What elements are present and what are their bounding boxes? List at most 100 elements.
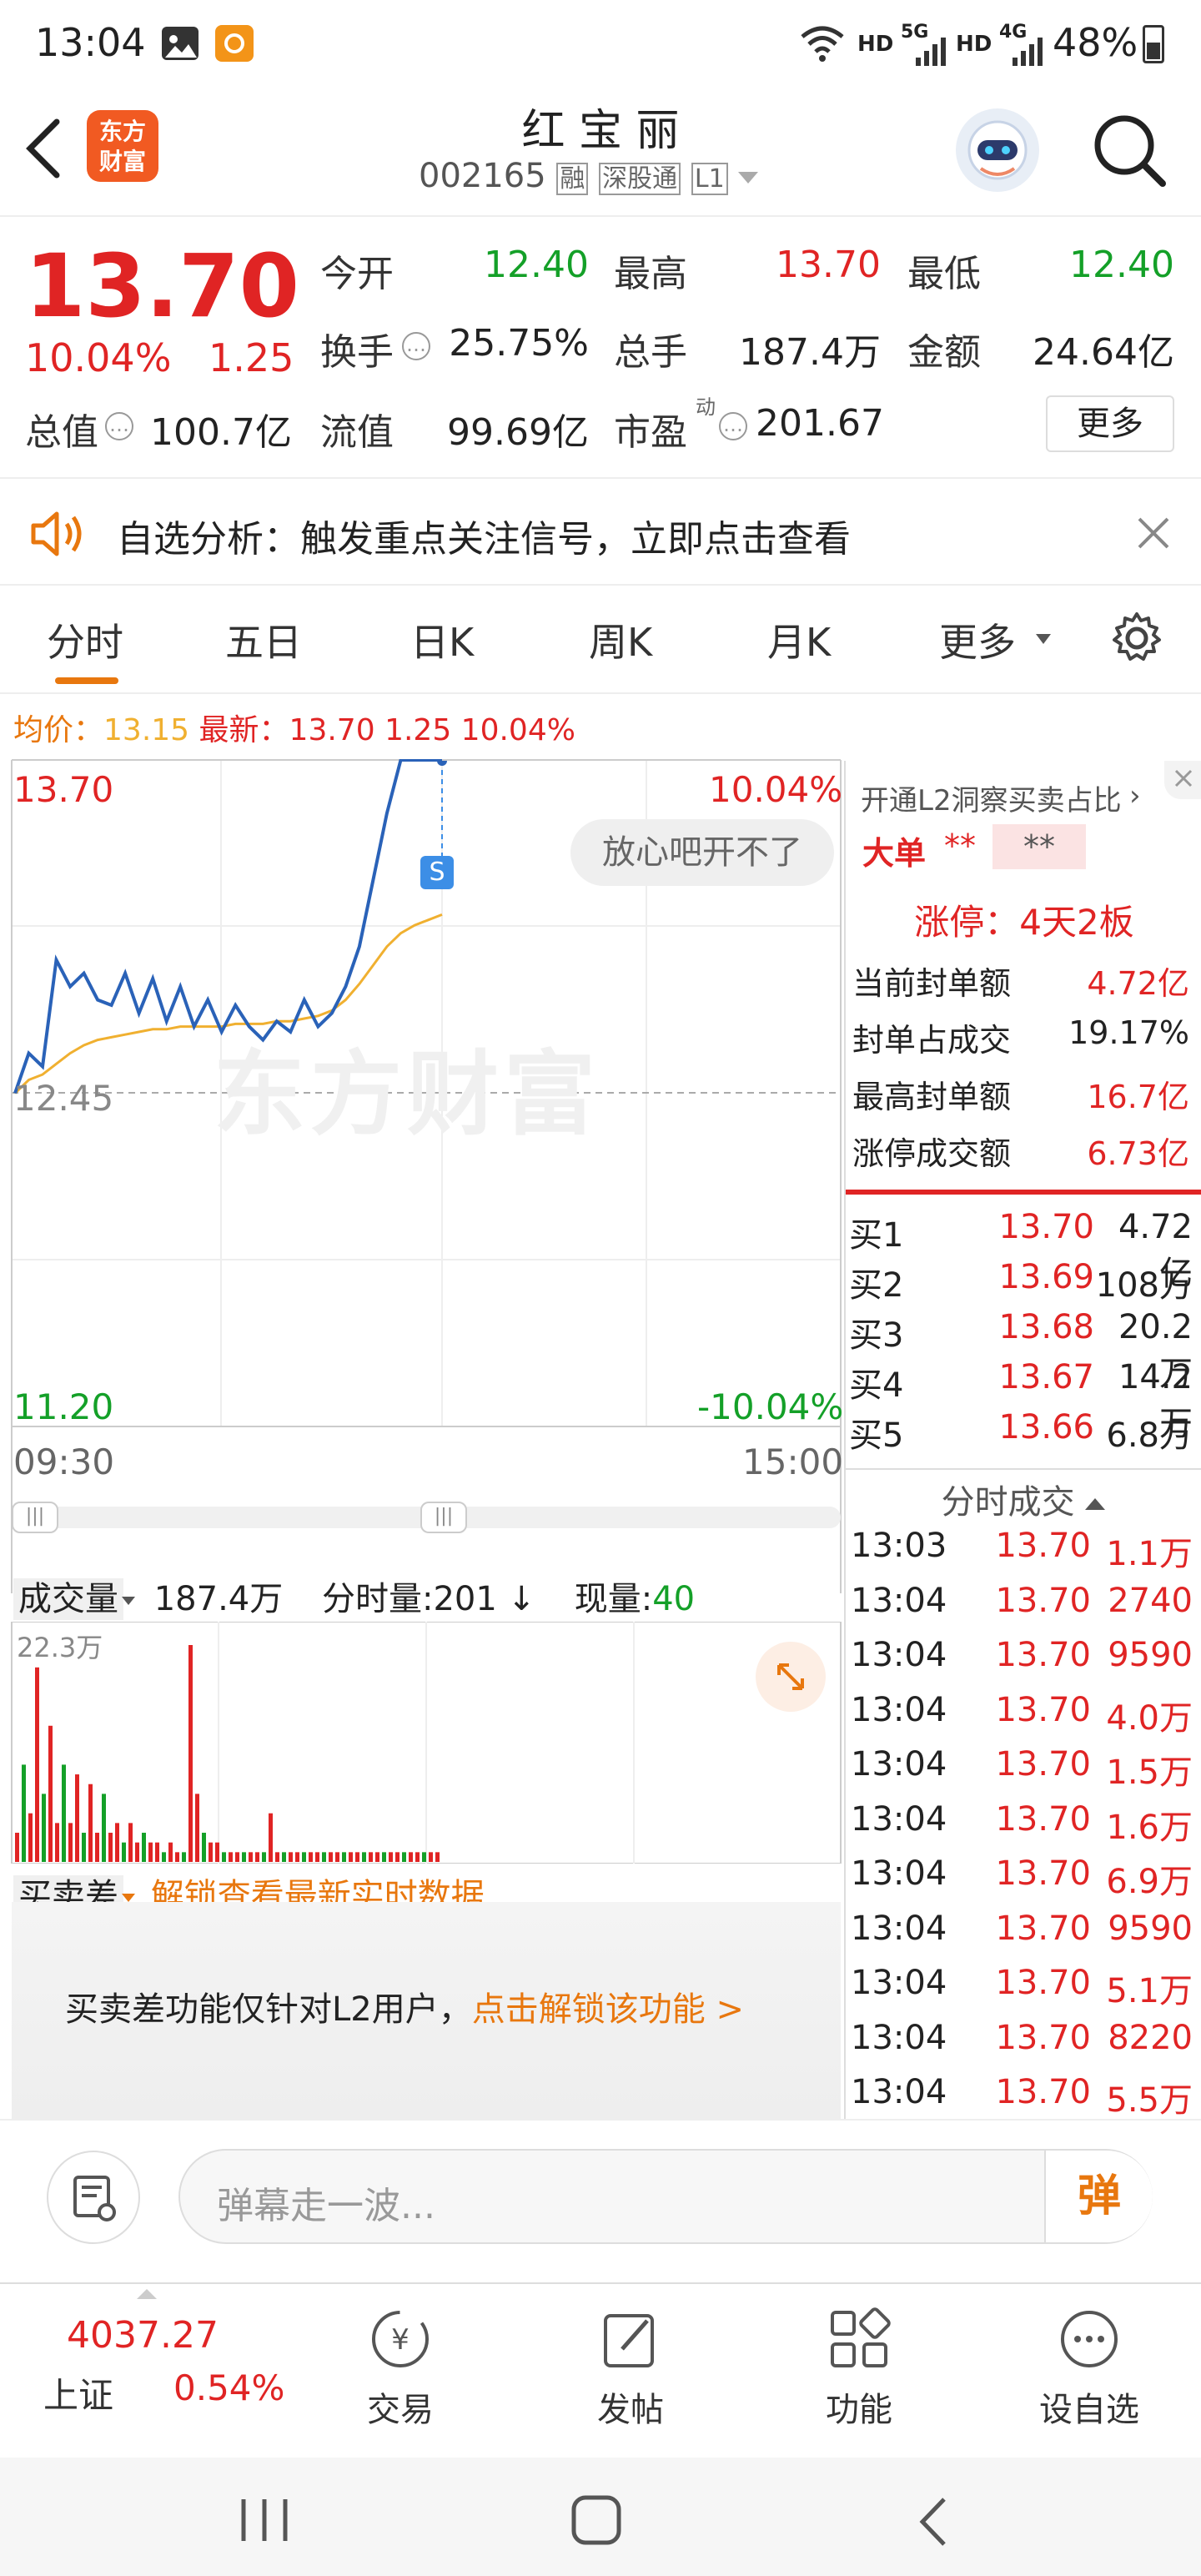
caret-down-icon[interactable] [738,172,759,184]
recent-apps-icon[interactable] [235,2494,294,2549]
volume-bar [289,1852,293,1862]
volume-bar [122,1842,126,1862]
volume-bar [375,1852,379,1862]
tick-volume: 6.9万 [1106,1863,1193,1901]
signal-marker[interactable]: S [420,856,454,889]
notice-text[interactable]: 自选分析：触发重点关注信号，立即点击查看 [117,509,851,562]
nav-post[interactable]: 发帖 [564,2284,697,2459]
volume-bar [309,1852,313,1862]
nav-trade[interactable]: ¥ 交易 [334,2284,467,2459]
danmu-send-button[interactable]: 弹 [1044,2151,1153,2242]
info-icon[interactable]: … [402,332,430,360]
notice-bar[interactable]: 自选分析：触发重点关注信号，立即点击查看 [0,477,1201,586]
active-tab-indicator [55,677,118,684]
volume-bar [369,1852,373,1862]
tick-price: 13.70 [995,1854,1091,1893]
l2-row-value: 4.72亿 [1087,965,1189,1002]
l2-panel[interactable]: 开通L2洞察买卖占比 › 大单 ** ** 涨停：4天2板 当前封单额 4.72… [844,761,1201,1201]
y-top-label: 13.70 [13,769,114,810]
caret-down-icon[interactable] [122,1597,135,1605]
logo-text: 东方 [98,118,146,145]
expand-icon[interactable] [756,1642,826,1712]
volume-bar [168,1842,173,1862]
l2-row-label: 涨停成交额 [852,1135,1012,1172]
tick-time: 13:04 [851,1745,947,1784]
volume-chart[interactable] [0,1622,844,1864]
y-bottom-label: 11.20 [13,1386,114,1427]
tick-price: 13.70 [995,2073,1091,2111]
battery-percent: 48% [1053,20,1138,65]
close-icon[interactable] [1136,516,1171,554]
tick-volume: 1.1万 [1106,1535,1193,1573]
avg-value: 13.15 [103,713,190,747]
index-name: 上证 [43,2375,114,2416]
amount-label: 金额 [907,331,981,374]
tick-time: 13:04 [851,2018,947,2057]
back-icon[interactable] [22,117,68,184]
tick-row: 13:04 13.70 1.5万 [846,1745,1198,1799]
turnover-value: 25.75% [449,322,589,365]
tick-row: 13:04 13.70 5.1万 [846,1964,1198,2017]
robot-avatar-icon[interactable] [956,108,1039,192]
more-button[interactable]: 更多 [1046,395,1174,452]
volume-bar [102,1794,106,1862]
orderbook-label: 买1 [849,1216,904,1255]
orderbook-row[interactable]: 买2 13.69 108万 [846,1258,1198,1308]
mktcap-value: 100.7亿 [150,411,292,454]
big-order-value: ** [944,828,976,864]
back-nav-icon[interactable] [912,2494,954,2553]
tick-list[interactable]: 分时成交 13:03 13.70 1.1万 13:04 13.70 2740 13:04 13… [844,1470,1201,2120]
range-slider[interactable]: ||| ||| [12,1502,841,1533]
notes-icon[interactable] [47,2151,140,2244]
danmu-bubble[interactable]: 放心吧开不了 [570,819,834,886]
caret-down-icon[interactable] [122,1894,135,1902]
home-icon[interactable] [569,2494,624,2549]
tab-monthly-k[interactable]: 月K [767,612,831,667]
chevron-right-icon[interactable]: › [1129,779,1141,813]
tick-time: 13:04 [851,1799,947,1839]
tab-daily-k[interactable]: 日K [410,612,474,667]
tick-volume: 4.0万 [1106,1698,1193,1738]
orderbook-row[interactable]: 买4 13.67 14.2万 [846,1358,1198,1443]
gear-icon[interactable] [1109,611,1164,669]
info-icon[interactable]: … [719,412,747,440]
l2-title[interactable]: 开通L2洞察买卖占比 [861,777,1122,818]
spread-lock-message[interactable]: 买卖差功能仅针对L2用户，点击解锁该功能 > [65,1982,744,2030]
close-icon[interactable] [1164,761,1201,799]
spread-unlock-button[interactable]: 点击解锁该功能 > [472,1990,744,2029]
volume-bar [62,1764,66,1862]
tick-volume: 1.6万 [1106,1808,1193,1847]
tab-five-day[interactable]: 五日 [225,612,302,667]
info-icon[interactable]: … [105,412,133,440]
tab-weekly-k[interactable]: 周K [589,612,652,667]
app-logo[interactable]: 东方 财富 [87,110,158,182]
slider-handle-right[interactable]: ||| [420,1502,467,1533]
orderbook-price: 13.66 [998,1408,1094,1446]
tab-intraday[interactable]: 分时 [47,612,123,667]
slider-handle-left[interactable]: ||| [12,1502,58,1533]
volume-selector[interactable]: 成交量 [13,1578,123,1620]
volume-value: 187.4万 [739,331,881,374]
orderbook-row[interactable]: 买3 13.68 20.2万 [846,1308,1198,1393]
l2-row-value: 16.7亿 [1087,1079,1189,1115]
orderbook-row[interactable]: 买5 13.66 6.8万 [846,1408,1198,1458]
tag-badge: 深股通 [599,163,681,195]
tick-header[interactable]: 分时成交 [846,1470,1201,1527]
orderbook-volume: 108万 [1095,1266,1193,1305]
tab-more[interactable]: 更多 [939,612,1016,667]
intraday-volume-label: 分时量: [321,1580,434,1618]
arrow-down-icon: ↓ [496,1580,536,1618]
orderbook[interactable]: 买1 13.70 4.72亿 买2 13.69 108万 买3 13.68 20.2万 买4 13.… [844,1201,1201,1475]
index-ticker[interactable]: 4037.27 上证 0.54% [33,2284,284,2459]
nav-functions[interactable]: 功能 [792,2284,926,2459]
spread-msg-text: 买卖差功能仅针对L2用户， [65,1990,472,2029]
tick-price: 13.70 [995,1527,1091,1565]
nav-add-watchlist[interactable]: 设自选 [1023,2284,1156,2459]
orderbook-price: 13.67 [998,1358,1094,1396]
danmu-input[interactable]: 弹幕走一波... 弹 [178,2149,1153,2244]
search-icon[interactable] [1091,112,1171,195]
tick-row: 13:04 13.70 1.6万 [846,1800,1198,1854]
volume-header: 成交量 187.4万 分时量:201 ↓ 现量:40 [13,1572,695,1620]
spread-locked-area[interactable]: 买卖差功能仅针对L2用户，点击解锁该功能 > [12,1902,841,2119]
orderbook-row[interactable]: 买1 13.70 4.72亿 [846,1208,1198,1293]
